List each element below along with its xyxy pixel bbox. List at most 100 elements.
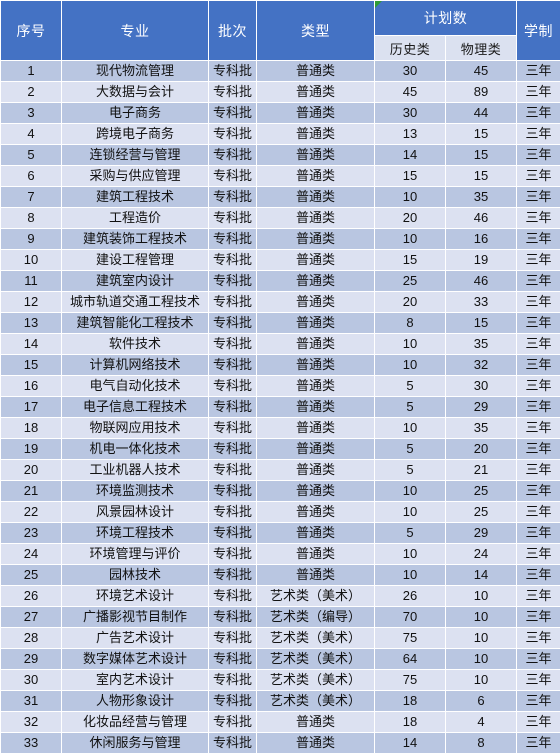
- cell-length: 三年: [517, 628, 560, 649]
- column-header-plan-group-label: 计划数: [424, 10, 468, 26]
- cell-length: 三年: [517, 208, 560, 229]
- cell-plan-physics: 29: [446, 523, 517, 544]
- cell-plan-history: 14: [375, 733, 446, 754]
- cell-plan-physics: 24: [446, 544, 517, 565]
- cell-length: 三年: [517, 670, 560, 691]
- cell-plan-physics: 16: [446, 229, 517, 250]
- cell-plan-physics: 14: [446, 565, 517, 586]
- cell-batch: 专科批: [209, 355, 257, 376]
- cell-index: 32: [1, 712, 62, 733]
- cell-plan-history: 30: [375, 103, 446, 124]
- cell-index: 30: [1, 670, 62, 691]
- cell-length: 三年: [517, 544, 560, 565]
- cell-index: 33: [1, 733, 62, 754]
- cell-type: 普通类: [257, 460, 375, 481]
- table-row: 13建筑智能化工程技术专科批普通类815三年: [1, 313, 560, 334]
- cell-batch: 专科批: [209, 691, 257, 712]
- cell-batch: 专科批: [209, 628, 257, 649]
- table-row: 23环境工程技术专科批普通类529三年: [1, 523, 560, 544]
- cell-major: 工程造价: [62, 208, 209, 229]
- cell-batch: 专科批: [209, 292, 257, 313]
- cell-plan-physics: 21: [446, 460, 517, 481]
- cell-type: 普通类: [257, 712, 375, 733]
- table-row: 1现代物流管理专科批普通类3045三年: [1, 61, 560, 82]
- cell-plan-history: 5: [375, 460, 446, 481]
- cell-plan-history: 10: [375, 565, 446, 586]
- cell-major: 风景园林设计: [62, 502, 209, 523]
- cell-length: 三年: [517, 166, 560, 187]
- cell-length: 三年: [517, 61, 560, 82]
- cell-plan-history: 15: [375, 250, 446, 271]
- cell-index: 16: [1, 376, 62, 397]
- table-row: 29数字媒体艺术设计专科批艺术类（美术）6410三年: [1, 649, 560, 670]
- cell-type: 普通类: [257, 733, 375, 754]
- table-row: 14软件技术专科批普通类1035三年: [1, 334, 560, 355]
- cell-type: 普通类: [257, 355, 375, 376]
- cell-plan-history: 15: [375, 166, 446, 187]
- cell-index: 19: [1, 439, 62, 460]
- cell-batch: 专科批: [209, 208, 257, 229]
- cell-plan-history: 75: [375, 628, 446, 649]
- cell-batch: 专科批: [209, 61, 257, 82]
- cell-length: 三年: [517, 376, 560, 397]
- cell-major: 机电一体化技术: [62, 439, 209, 460]
- cell-index: 17: [1, 397, 62, 418]
- table-row: 20工业机器人技术专科批普通类521三年: [1, 460, 560, 481]
- cell-index: 28: [1, 628, 62, 649]
- cell-type: 普通类: [257, 82, 375, 103]
- cell-type: 艺术类（美术）: [257, 670, 375, 691]
- cell-batch: 专科批: [209, 334, 257, 355]
- cell-major: 物联网应用技术: [62, 418, 209, 439]
- table-row: 8工程造价专科批普通类2046三年: [1, 208, 560, 229]
- cell-major: 城市轨道交通工程技术: [62, 292, 209, 313]
- cell-type: 普通类: [257, 145, 375, 166]
- cell-major: 建筑智能化工程技术: [62, 313, 209, 334]
- column-header-index: 序号: [1, 1, 62, 61]
- cell-major: 工业机器人技术: [62, 460, 209, 481]
- cell-plan-physics: 10: [446, 670, 517, 691]
- cell-major: 计算机网络技术: [62, 355, 209, 376]
- cell-plan-history: 18: [375, 712, 446, 733]
- cell-length: 三年: [517, 439, 560, 460]
- cell-plan-physics: 15: [446, 313, 517, 334]
- table-row: 32化妆品经营与管理专科批普通类184三年: [1, 712, 560, 733]
- cell-major: 广告艺术设计: [62, 628, 209, 649]
- cell-plan-physics: 46: [446, 208, 517, 229]
- table-row: 33休闲服务与管理专科批普通类148三年: [1, 733, 560, 754]
- cell-plan-history: 10: [375, 187, 446, 208]
- cell-index: 24: [1, 544, 62, 565]
- cell-length: 三年: [517, 82, 560, 103]
- cell-length: 三年: [517, 397, 560, 418]
- cell-plan-history: 10: [375, 355, 446, 376]
- cell-major: 跨境电子商务: [62, 124, 209, 145]
- cell-index: 31: [1, 691, 62, 712]
- cell-plan-history: 10: [375, 544, 446, 565]
- cell-type: 普通类: [257, 124, 375, 145]
- table-row: 31人物形象设计专科批艺术类（美术）186三年: [1, 691, 560, 712]
- cell-plan-history: 5: [375, 523, 446, 544]
- cell-plan-history: 30: [375, 61, 446, 82]
- cell-batch: 专科批: [209, 418, 257, 439]
- cell-index: 1: [1, 61, 62, 82]
- cell-plan-history: 20: [375, 292, 446, 313]
- column-header-plan-physics: 物理类: [446, 36, 517, 61]
- table-row: 24环境管理与评价专科批普通类1024三年: [1, 544, 560, 565]
- table-row: 2大数据与会计专科批普通类4589三年: [1, 82, 560, 103]
- cell-batch: 专科批: [209, 733, 257, 754]
- cell-index: 13: [1, 313, 62, 334]
- cell-major: 大数据与会计: [62, 82, 209, 103]
- cell-plan-history: 64: [375, 649, 446, 670]
- cell-index: 7: [1, 187, 62, 208]
- cell-batch: 专科批: [209, 250, 257, 271]
- cell-major: 广播影视节目制作: [62, 607, 209, 628]
- cell-batch: 专科批: [209, 166, 257, 187]
- cell-type: 艺术类（美术）: [257, 628, 375, 649]
- cell-length: 三年: [517, 460, 560, 481]
- cell-index: 23: [1, 523, 62, 544]
- cell-length: 三年: [517, 502, 560, 523]
- cell-index: 10: [1, 250, 62, 271]
- cell-plan-physics: 25: [446, 502, 517, 523]
- cell-plan-history: 45: [375, 82, 446, 103]
- cell-plan-history: 26: [375, 586, 446, 607]
- cell-batch: 专科批: [209, 712, 257, 733]
